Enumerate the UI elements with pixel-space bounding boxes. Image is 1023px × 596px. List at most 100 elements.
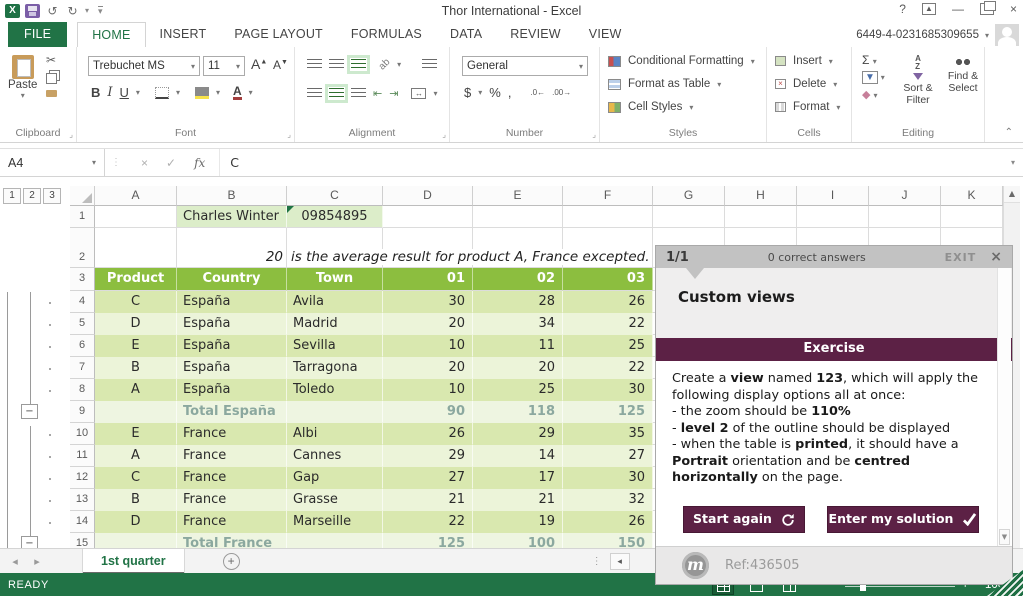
sort-filter-button[interactable]: AZ Sort & Filter: [896, 55, 940, 106]
insert-cells-button[interactable]: Insert▾: [775, 55, 833, 67]
cell-average-note[interactable]: is the average result for product A, Fra…: [291, 249, 650, 265]
row-header[interactable]: 2: [70, 228, 95, 268]
column-header[interactable]: J: [869, 186, 941, 206]
name-box[interactable]: A4 ▾: [0, 149, 105, 176]
tab-review[interactable]: REVIEW: [496, 22, 575, 47]
number-dialog-launcher-icon[interactable]: ⌟: [592, 130, 596, 139]
scroll-up-icon[interactable]: ▲: [1004, 186, 1020, 203]
align-right-icon[interactable]: [351, 88, 366, 99]
collapse-group-button[interactable]: −: [21, 536, 38, 548]
chevron-down-icon[interactable]: ▾: [216, 88, 220, 97]
start-again-button[interactable]: Start again: [683, 506, 805, 533]
outline-level-1-button[interactable]: 1: [3, 188, 21, 204]
close-icon[interactable]: ×: [1010, 2, 1017, 16]
expand-formula-bar-icon[interactable]: ▾: [1003, 149, 1023, 176]
column-header[interactable]: B: [177, 186, 287, 206]
font-family-select[interactable]: Trebuchet MS▾: [88, 56, 200, 76]
account-badge[interactable]: 6449-4-0231685309655 ▾: [856, 24, 1019, 46]
chevron-down-icon[interactable]: ▾: [176, 88, 180, 97]
dots-separator[interactable]: ⋮: [105, 149, 127, 176]
qat-customize-icon[interactable]: ▾: [98, 6, 103, 15]
borders-icon[interactable]: [155, 87, 169, 99]
fill-icon[interactable]: ▼ ▾: [862, 72, 885, 83]
sheet-tab[interactable]: 1st quarter: [82, 549, 185, 574]
tab-home[interactable]: HOME: [77, 22, 145, 47]
collapse-group-button[interactable]: −: [21, 404, 38, 419]
cell-styles-button[interactable]: Cell Styles▾: [608, 101, 693, 113]
delete-cells-button[interactable]: × Delete▾: [775, 78, 837, 90]
grow-font-button[interactable]: A▲: [251, 56, 267, 72]
column-header[interactable]: I: [797, 186, 869, 206]
tab-file[interactable]: FILE: [8, 22, 67, 47]
tab-formulas[interactable]: FORMULAS: [337, 22, 436, 47]
align-center-icon[interactable]: [329, 88, 344, 99]
collapse-ribbon-icon[interactable]: ⌃: [1005, 127, 1013, 138]
wrap-text-icon[interactable]: [422, 59, 437, 70]
clipboard-dialog-launcher-icon[interactable]: ⌟: [69, 130, 73, 139]
add-sheet-button[interactable]: +: [223, 553, 240, 570]
tab-data[interactable]: DATA: [436, 22, 496, 47]
merge-center-icon[interactable]: ↔: [411, 88, 426, 99]
column-header[interactable]: D: [383, 186, 473, 206]
tab-view[interactable]: VIEW: [575, 22, 636, 47]
decrease-decimal-icon[interactable]: .00→: [552, 88, 571, 97]
column-header[interactable]: K: [941, 186, 1003, 206]
save-icon[interactable]: [25, 4, 40, 18]
select-all-button[interactable]: [70, 186, 95, 206]
increase-decimal-icon[interactable]: .0←: [530, 88, 545, 97]
scroll-down-icon[interactable]: ▼: [999, 529, 1010, 545]
font-color-icon[interactable]: A: [233, 85, 242, 100]
shrink-font-button[interactable]: A▼: [273, 58, 288, 72]
italic-button[interactable]: I: [107, 85, 112, 100]
percent-icon[interactable]: %: [489, 85, 501, 100]
formula-input[interactable]: C: [220, 149, 1003, 176]
paste-button[interactable]: Paste ▾: [8, 55, 37, 100]
hscroll-left-icon[interactable]: ◂: [610, 553, 630, 570]
insert-function-icon[interactable]: fx: [194, 156, 205, 170]
close-icon[interactable]: ×: [990, 249, 1002, 265]
format-cells-button[interactable]: Format▾: [775, 101, 840, 113]
decrease-indent-icon[interactable]: ⇤: [373, 87, 382, 100]
chevron-down-icon[interactable]: ▾: [433, 89, 437, 98]
minimize-icon[interactable]: —: [952, 2, 964, 16]
panel-scrollbar[interactable]: ▼: [997, 268, 1011, 546]
align-left-icon[interactable]: [307, 88, 322, 99]
copy-icon[interactable]: [46, 73, 57, 84]
avatar[interactable]: [995, 24, 1019, 46]
row-header[interactable]: 3: [70, 268, 95, 291]
chevron-down-icon[interactable]: ▾: [397, 60, 401, 69]
chevron-down-icon[interactable]: ▾: [478, 88, 482, 97]
column-header[interactable]: G: [653, 186, 725, 206]
align-bottom-icon[interactable]: [351, 59, 366, 70]
chevron-down-icon[interactable]: ▾: [136, 88, 140, 97]
chevron-down-icon[interactable]: ▾: [249, 88, 253, 97]
tab-insert[interactable]: INSERT: [146, 22, 221, 47]
column-header[interactable]: F: [563, 186, 653, 206]
alignment-dialog-launcher-icon[interactable]: ⌟: [442, 130, 446, 139]
cell-average-value[interactable]: 20: [177, 249, 283, 265]
redo-icon[interactable]: ↻: [65, 4, 80, 18]
fill-color-icon[interactable]: [195, 87, 209, 99]
comma-icon[interactable]: ,: [508, 85, 512, 100]
prev-sheet-icon[interactable]: ◂: [0, 555, 30, 568]
column-header[interactable]: H: [725, 186, 797, 206]
find-select-button[interactable]: Find & Select: [942, 55, 984, 94]
underline-button[interactable]: U: [120, 85, 129, 100]
excel-icon[interactable]: X: [5, 4, 20, 18]
cell-phone[interactable]: 09854895: [287, 206, 383, 228]
clear-icon[interactable]: ◆ ▾: [862, 88, 885, 101]
qat-dropdown-icon[interactable]: ▾: [85, 6, 89, 15]
autosum-icon[interactable]: Σ ▾: [862, 53, 885, 67]
format-painter-icon[interactable]: [46, 90, 57, 97]
restore-icon[interactable]: [980, 3, 994, 15]
align-top-icon[interactable]: [307, 59, 322, 70]
enter-solution-button[interactable]: Enter my solution: [827, 506, 979, 533]
font-dialog-launcher-icon[interactable]: ⌟: [287, 130, 291, 139]
outline-level-2-button[interactable]: 2: [23, 188, 41, 204]
format-as-table-button[interactable]: Format as Table▾: [608, 78, 721, 90]
dots-separator[interactable]: ⋮: [592, 556, 602, 567]
column-header[interactable]: C: [287, 186, 383, 206]
conditional-formatting-button[interactable]: Conditional Formatting▾: [608, 55, 755, 67]
enter-entry-icon[interactable]: ✓: [166, 156, 176, 170]
cell-name[interactable]: Charles Winter: [177, 206, 287, 228]
